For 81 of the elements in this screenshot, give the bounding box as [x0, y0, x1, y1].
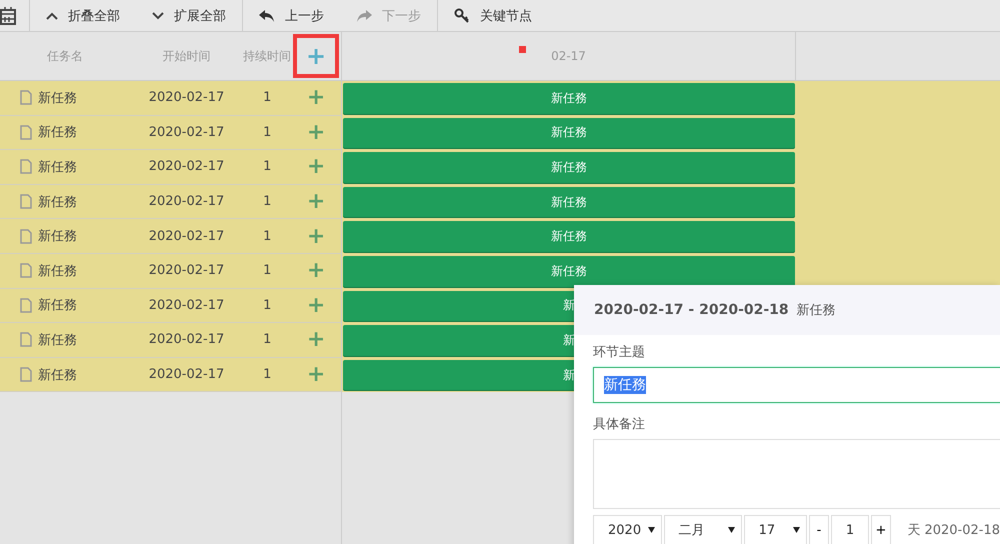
task-name: 新任務 — [38, 158, 77, 176]
document-icon — [20, 194, 32, 210]
task-title: 新任務 — [796, 302, 836, 319]
duration: 1 — [262, 332, 272, 348]
task-name: 新任務 — [38, 262, 77, 280]
add-subtask-button[interactable]: + — [306, 85, 326, 110]
end-date-text: 天 2020-02-18 — [907, 522, 1000, 539]
task-name: 新任務 — [38, 332, 77, 349]
add-subtask-button[interactable]: + — [306, 224, 326, 249]
start-date: 2020-02-17 — [148, 124, 226, 140]
duration: 1 — [262, 194, 272, 210]
field-label: 具体备注 — [593, 416, 646, 433]
task-name: 新任務 — [38, 297, 77, 314]
task-bar[interactable]: 新任務 — [343, 118, 795, 148]
start-date: 2020-02-17 — [148, 263, 226, 278]
today-marker — [519, 46, 526, 53]
task-name: 新任務 — [38, 194, 77, 211]
column-header: 开始时间 — [161, 48, 212, 64]
start-date: 2020-02-17 — [148, 228, 226, 244]
start-date: 2020-02-17 — [148, 159, 226, 174]
chevron-down-icon — [152, 12, 164, 20]
dropdown-arrow-icon — [792, 527, 800, 533]
duration: 1 — [262, 90, 272, 106]
duration: 1 — [262, 124, 272, 140]
duration: 1 — [262, 298, 272, 313]
duration-input[interactable]: 1 — [831, 515, 869, 544]
document-icon — [20, 159, 32, 174]
task-bar[interactable]: 新任務 — [343, 83, 795, 114]
toolbar-button[interactable]: 折叠全部 — [30, 0, 136, 31]
add-task-button[interactable]: + — [293, 34, 340, 78]
duration: 1 — [262, 263, 272, 278]
duration: 1 — [262, 228, 272, 244]
date-range: 2020-02-17 - 2020-02-18 — [594, 302, 789, 318]
year-select[interactable]: 2020 — [593, 515, 662, 544]
key-icon — [454, 8, 470, 24]
document-icon — [20, 298, 32, 313]
task-name: 新任務 — [38, 90, 77, 107]
redo-arrow-icon — [356, 8, 372, 22]
toolbar-button[interactable]: 扩展全部 — [136, 0, 242, 31]
document-icon — [20, 228, 32, 244]
increment-button[interactable]: + — [870, 515, 892, 544]
task-bar[interactable]: 新任務 — [343, 256, 795, 287]
start-date: 2020-02-17 — [148, 367, 226, 382]
document-icon — [20, 367, 32, 382]
add-subtask-button[interactable]: + — [306, 258, 326, 284]
input-field[interactable]: 新任務 — [593, 367, 1000, 403]
dropdown-arrow-icon — [648, 527, 655, 533]
column-header: 持续时间 — [243, 48, 292, 64]
column-header: 任务名 — [46, 48, 84, 64]
start-date: 2020-02-17 — [148, 298, 226, 313]
task-bar[interactable]: 新任務 — [343, 221, 795, 252]
calendar-icon[interactable] — [0, 6, 16, 24]
task-name: 新任務 — [38, 366, 77, 384]
toolbar-button[interactable]: 关键节点 — [437, 0, 548, 31]
toolbar-button[interactable]: 上一步 — [242, 0, 340, 31]
document-icon — [20, 124, 32, 140]
add-subtask-button[interactable]: + — [306, 327, 326, 352]
document-icon — [20, 263, 32, 278]
undo-arrow-icon — [259, 8, 275, 22]
start-date: 2020-02-17 — [148, 90, 226, 106]
dropdown-arrow-icon — [728, 527, 735, 533]
document-icon — [20, 90, 32, 106]
add-subtask-button[interactable]: + — [306, 362, 326, 388]
start-date: 2020-02-17 — [148, 194, 226, 210]
day-select[interactable]: 17 — [744, 515, 807, 544]
duration: 1 — [262, 367, 272, 382]
start-date: 2020-02-17 — [148, 332, 226, 348]
task-name: 新任務 — [38, 124, 77, 142]
scale-date: 02-17 — [551, 49, 586, 63]
add-subtask-button[interactable]: + — [306, 189, 326, 214]
chevron-up-icon — [46, 12, 58, 20]
task-bar[interactable]: 新任務 — [343, 152, 795, 183]
add-subtask-button[interactable]: + — [306, 154, 326, 180]
decrement-button[interactable]: - — [808, 515, 830, 544]
add-subtask-button[interactable]: + — [306, 120, 326, 145]
task-name: 新任務 — [38, 228, 77, 246]
month-select[interactable]: 二月 — [664, 515, 742, 544]
add-subtask-button[interactable]: + — [306, 292, 326, 318]
task-bar[interactable]: 新任務 — [343, 186, 795, 218]
document-icon — [20, 332, 32, 348]
duration: 1 — [262, 159, 272, 174]
